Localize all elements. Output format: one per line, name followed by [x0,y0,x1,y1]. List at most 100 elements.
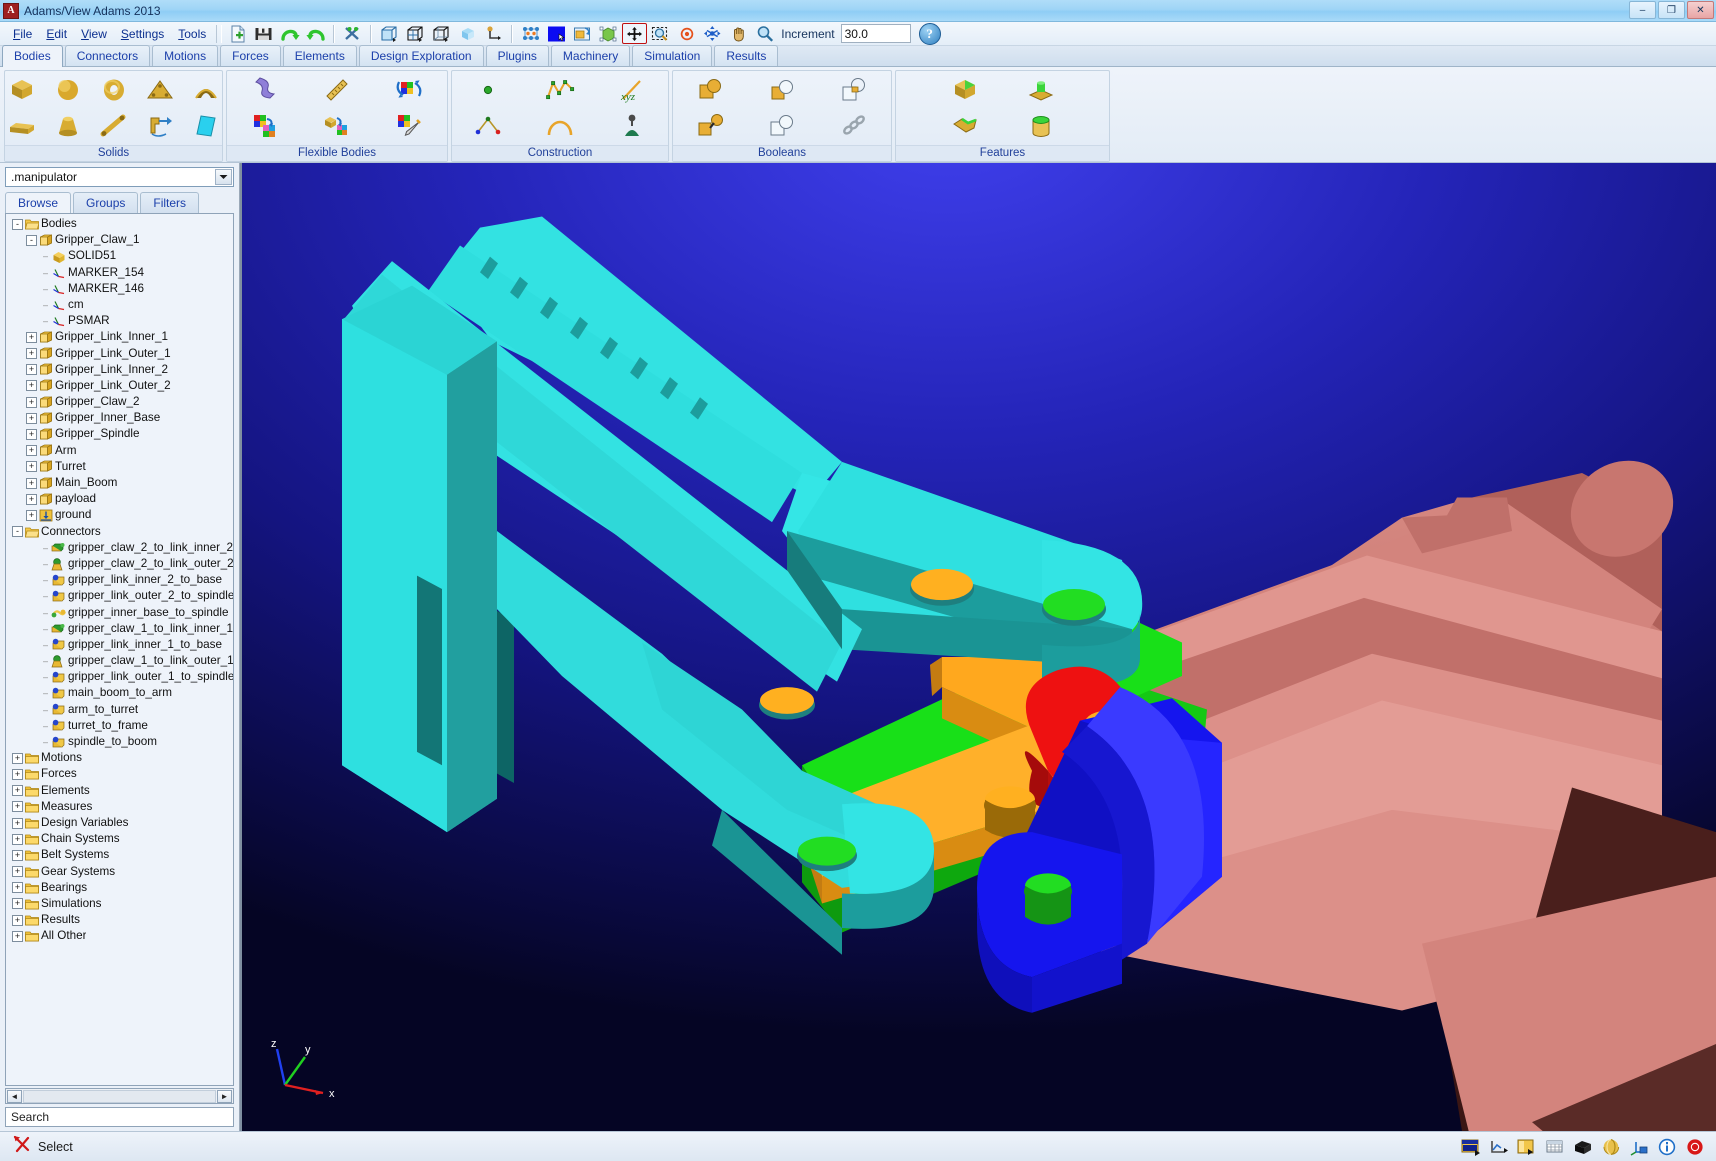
solid-sphere-icon[interactable] [49,74,87,106]
tree-item[interactable]: + Gripper_Claw_2 [6,394,233,410]
construction-spline-icon[interactable] [541,74,579,106]
tab-simulation[interactable]: Simulation [632,45,713,66]
tree-item[interactable]: + Elements [6,783,233,799]
tree-item[interactable]: + Gripper_Link_Outer_2 [6,378,233,394]
tree-collapse-toggle[interactable]: - [26,234,37,246]
tree-item[interactable]: – cm [6,297,233,313]
tab-elements[interactable]: Elements [282,45,357,66]
tree-item[interactable]: + Gripper_Spindle [6,426,233,442]
model-display-icon[interactable] [1514,1135,1540,1159]
zoom-icon[interactable] [752,23,777,44]
boolean-merge-icon[interactable] [691,110,729,142]
tree-expand-toggle[interactable]: + [26,461,37,473]
menu-item-edit[interactable]: Edit [39,25,74,43]
tree-item[interactable]: + Belt Systems [6,847,233,863]
feature-hollow-icon[interactable] [1022,74,1060,106]
solid-polygon-icon[interactable] [187,110,225,142]
tree-item[interactable]: – gripper_claw_1_to_link_outer_1 [6,653,233,669]
tree-item[interactable]: + ground [6,507,233,523]
solid-revolution-icon[interactable] [187,74,225,106]
measure-distance-icon[interactable] [318,74,356,106]
menu-item-tools[interactable]: Tools [171,25,213,43]
solid-prism-icon[interactable] [3,110,41,142]
tree-expand-toggle[interactable]: + [12,914,23,926]
solid-link-icon[interactable] [95,110,133,142]
view-front-icon[interactable] [377,23,402,44]
tree-expand-toggle[interactable]: + [26,380,37,392]
tree-item[interactable]: + Gripper_Link_Outer_1 [6,346,233,362]
tree-expand-toggle[interactable]: + [26,412,37,424]
tree-expand-toggle[interactable]: + [26,364,37,376]
flex-edit-icon[interactable] [390,110,428,142]
construction-arc-icon[interactable] [541,110,579,142]
tab-machinery[interactable]: Machinery [550,45,631,66]
table-editor-icon[interactable] [1542,1135,1568,1159]
toolbar-grip[interactable] [216,24,223,43]
translate-icon[interactable] [622,23,648,44]
tree-item[interactable]: + Simulations [6,896,233,912]
tree-item[interactable]: + Gripper_Link_Inner_2 [6,362,233,378]
rotate-icon[interactable] [700,23,725,44]
tree-item[interactable]: + Main_Boom [6,475,233,491]
maximize-button[interactable]: ❐ [1658,1,1685,19]
tab-browse[interactable]: Browse [5,192,72,213]
construction-csys-icon[interactable]: xyz [613,74,651,106]
model-tree-panel[interactable]: - Bodies - Gripper_Claw_1– SOLID51– MARKER_15… [5,213,234,1086]
pan-icon[interactable] [726,23,751,44]
increment-input[interactable]: 30.0 [840,24,911,43]
tree-item[interactable]: – arm_to_turret [6,702,233,718]
boolean-subtract-icon[interactable] [763,110,801,142]
scroll-track[interactable] [23,1089,216,1103]
zoom-box-icon[interactable] [648,23,673,44]
tree-item[interactable]: + Forces [6,766,233,782]
tree-item[interactable]: + Gripper_Inner_Base [6,410,233,426]
tree-item[interactable]: + Arm [6,443,233,459]
background-color-icon[interactable] [544,23,569,44]
tree-item[interactable]: - Connectors [6,524,233,540]
tree-item[interactable]: - Gripper_Claw_1 [6,232,233,248]
boolean-intersect-icon[interactable] [763,74,801,106]
flex-to-rigid-icon[interactable] [318,110,356,142]
feature-fillet-icon[interactable] [946,74,984,106]
tree-item[interactable]: + Gripper_Link_Inner_1 [6,329,233,345]
menu-item-view[interactable]: View [74,25,114,43]
tab-filters[interactable]: Filters [140,192,200,213]
tree-collapse-toggle[interactable]: - [12,526,23,538]
tab-plugins[interactable]: Plugins [485,45,549,66]
tree-item[interactable]: – gripper_link_outer_2_to_spindle [6,588,233,604]
tree-expand-toggle[interactable]: + [12,801,23,813]
tree-item[interactable]: - Bodies [6,216,233,232]
tree-item[interactable]: – PSMAR [6,313,233,329]
tree-item[interactable]: + All Other [6,928,233,944]
tree-expand-toggle[interactable]: + [12,898,23,910]
tree-expand-toggle[interactable]: + [26,396,37,408]
tree-item[interactable]: – main_boom_to_arm [6,685,233,701]
solid-torus-icon[interactable] [95,74,133,106]
boolean-unite-icon[interactable] [691,74,729,106]
redo-icon[interactable] [277,23,302,44]
tree-item[interactable]: + Turret [6,459,233,475]
depth-cue-icon[interactable] [518,23,543,44]
tree-expand-toggle[interactable]: + [26,348,37,360]
tree-horizontal-scrollbar[interactable]: ◄ ► [5,1088,234,1104]
construction-point-icon[interactable] [469,74,507,106]
tree-item[interactable]: – gripper_claw_2_to_link_inner_2 [6,540,233,556]
tree-item[interactable]: – SOLID51 [6,248,233,264]
tree-expand-toggle[interactable]: + [12,866,23,878]
tree-expand-toggle[interactable]: + [12,785,23,797]
model-selector-combo[interactable]: .manipulator [5,167,234,187]
tree-expand-toggle[interactable]: + [26,509,37,521]
render-shell-icon[interactable] [1598,1135,1624,1159]
tree-expand-toggle[interactable]: + [12,930,23,942]
stop-icon[interactable] [1682,1135,1708,1159]
center-view-icon[interactable] [674,23,699,44]
feature-hole-icon[interactable] [1022,110,1060,142]
window-layout-icon[interactable] [570,23,595,44]
tab-results[interactable]: Results [714,45,779,66]
tab-forces[interactable]: Forces [220,45,281,66]
flex-toggle-icon[interactable] [390,74,428,106]
construction-marker-icon[interactable] [613,110,651,142]
tree-item[interactable]: – gripper_link_outer_1_to_spindle [6,669,233,685]
minimize-button[interactable]: – [1629,1,1656,19]
tree-expand-toggle[interactable]: + [12,752,23,764]
